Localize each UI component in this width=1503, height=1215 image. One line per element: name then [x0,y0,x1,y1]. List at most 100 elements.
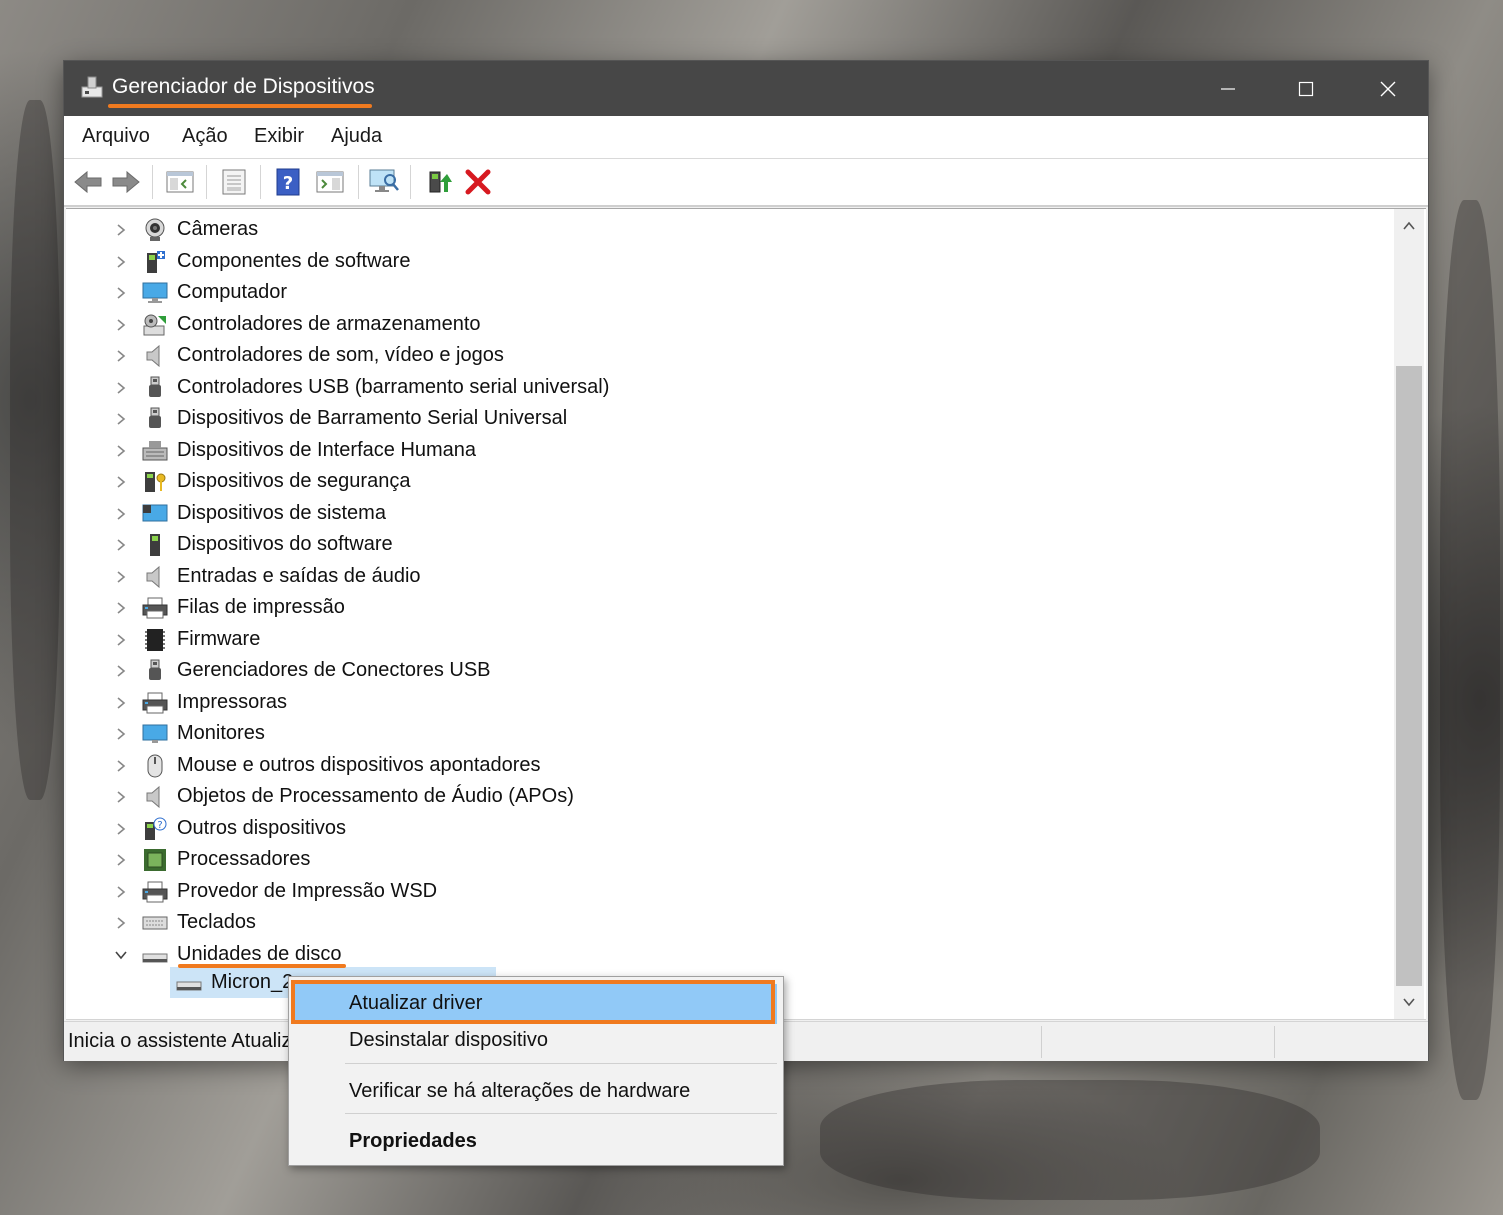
ctx-item-label: Verificar se há alterações de hardware [349,1080,691,1102]
software-component-icon [142,249,168,275]
tree-item-label: Impressoras [177,690,288,713]
chevron-right-icon[interactable] [114,348,128,362]
tree-item[interactable]: Provedor de Impressão WSD [66,876,1386,907]
chevron-right-icon[interactable] [114,726,128,740]
help-button[interactable]: ? [270,164,306,200]
tree-item-label: Processadores [177,848,311,870]
chevron-right-icon[interactable] [114,443,128,457]
tree-item[interactable]: Objetos de Processamento de Áudio (APOs) [66,781,1386,812]
tree-item[interactable]: Mouse e outros dispositivos apontadores [66,750,1386,781]
tree-item[interactable]: Entradas e saídas de áudio [66,561,1386,592]
chevron-right-icon[interactable] [114,474,128,488]
ctx-properties[interactable]: Propriedades [289,1120,783,1164]
usb-icon [142,658,168,684]
maximize-button[interactable] [1266,61,1346,116]
tree-item[interactable]: Controladores de armazenamento [66,309,1386,340]
tree-item-label: Controladores de armazenamento [177,312,481,335]
menu-ajuda[interactable]: Ajuda [331,125,382,148]
ctx-item-label: Atualizar driver [349,992,483,1014]
forward-button[interactable] [108,164,144,200]
tree-item[interactable]: Controladores de som, vídeo e jogos [66,340,1386,371]
tree-item-label: Unidades de disco [177,942,342,965]
tree-item[interactable]: Dispositivos de segurança [66,466,1386,497]
chevron-right-icon[interactable] [114,600,128,614]
tree-item[interactable]: Componentes de software [66,246,1386,277]
chevron-right-icon[interactable] [114,537,128,551]
tree-item[interactable]: Controladores USB (barramento serial uni… [66,372,1386,403]
properties-button[interactable] [216,164,252,200]
chevron-right-icon[interactable] [114,569,128,583]
chevron-right-icon[interactable] [114,632,128,646]
menu-arquivo[interactable]: Arquivo [82,125,150,148]
action-pane-button[interactable] [312,164,348,200]
ctx-update-driver[interactable]: Atualizar driver [289,980,783,1024]
title-bar[interactable]: Gerenciador de Dispositivos [64,61,1428,116]
tree-item[interactable]: Dispositivos do software [66,529,1386,560]
tree-item[interactable]: Monitores [66,718,1386,749]
tree-item[interactable]: Processadores [66,844,1386,875]
chevron-right-icon[interactable] [114,758,128,772]
tree-item[interactable]: Filas de impressão [66,592,1386,623]
tree-item[interactable]: Computador [66,277,1386,308]
monitor-icon [142,721,168,747]
ctx-uninstall-device[interactable]: Desinstalar dispositivo [289,1019,783,1063]
chevron-right-icon[interactable] [114,695,128,709]
mouse-icon [142,753,168,779]
tree-item[interactable]: Firmware [66,624,1386,655]
update-driver-button[interactable] [420,164,456,200]
tree-item[interactable]: Dispositivos de Barramento Serial Univer… [66,403,1386,434]
scroll-down-icon[interactable] [1402,995,1416,1009]
tree-item[interactable]: Câmeras [66,214,1386,245]
system-device-icon [142,501,168,527]
chevron-right-icon[interactable] [114,317,128,331]
chevron-right-icon[interactable] [114,663,128,677]
chevron-right-icon[interactable] [114,852,128,866]
status-text: Inicia o assistente Atualiz [68,1030,292,1052]
close-button[interactable] [1348,61,1428,116]
back-button[interactable] [70,164,106,200]
back-arrow-icon [74,170,102,194]
chevron-right-icon[interactable] [114,884,128,898]
menu-acao[interactable]: Ação [182,125,228,148]
chevron-right-icon[interactable] [114,222,128,236]
tree-item[interactable]: Teclados [66,907,1386,938]
help-icon: ? [276,168,300,196]
tree-item-label: Outros dispositivos [177,816,346,839]
tree-item-label: Micron_2 [211,971,294,993]
chevron-right-icon[interactable] [114,285,128,299]
unidades-highlight-underline [178,964,346,968]
minimize-button[interactable] [1188,61,1268,116]
processor-icon [142,847,168,873]
tree-item-label: Mouse e outros dispositivos apontadores [177,753,541,776]
chevron-down-icon[interactable] [114,947,128,961]
tree-item-label: Provedor de Impressão WSD [177,879,438,902]
chevron-right-icon[interactable] [114,411,128,425]
usb-icon [142,406,168,432]
show-hide-console-tree-button[interactable] [162,164,198,200]
printer-icon [142,595,168,621]
ctx-separator [345,1113,777,1114]
scroll-thumb[interactable] [1396,366,1422,986]
menu-exibir[interactable]: Exibir [254,125,304,148]
chevron-right-icon[interactable] [114,821,128,835]
tree-item-label: Filas de impressão [177,596,345,618]
tree-item-label: Dispositivos de Barramento Serial Univer… [177,407,568,429]
chevron-right-icon[interactable] [114,915,128,929]
update-driver-icon [429,171,452,193]
chevron-right-icon[interactable] [114,789,128,803]
vertical-scrollbar[interactable] [1394,209,1424,1019]
chevron-right-icon[interactable] [114,380,128,394]
scan-hardware-button[interactable] [366,164,402,200]
tree-item[interactable]: ? Outros dispositivos [66,813,1386,844]
tree-item[interactable]: Gerenciadores de Conectores USB [66,655,1386,686]
tree-item-label: Computador [177,281,288,303]
scroll-up-icon[interactable] [1402,219,1416,233]
chevron-right-icon[interactable] [114,506,128,520]
tree-item[interactable]: Dispositivos de sistema [66,498,1386,529]
tree-item-label: Teclados [177,911,256,933]
tree-item[interactable]: Dispositivos de Interface Humana [66,435,1386,466]
tree-item[interactable]: Impressoras [66,687,1386,718]
ctx-scan-hardware-changes[interactable]: Verificar se há alterações de hardware [289,1070,783,1114]
uninstall-device-button[interactable] [460,164,496,200]
chevron-right-icon[interactable] [114,254,128,268]
